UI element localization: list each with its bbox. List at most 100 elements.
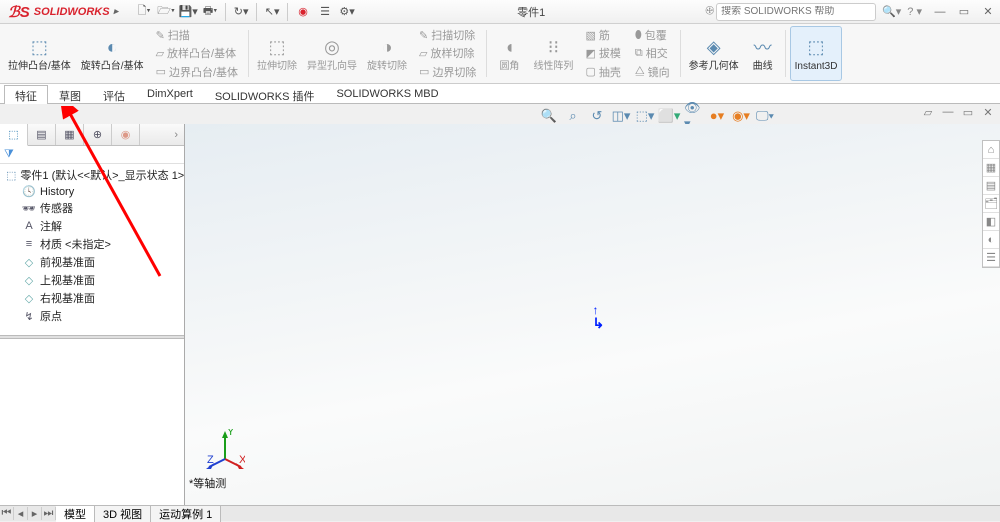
origin-icon: ↯ [22,310,36,323]
taskpane-properties-icon[interactable]: ☰ [983,249,999,267]
tab-mbd[interactable]: SOLIDWORKS MBD [325,85,449,104]
tab-sketch[interactable]: 草图 [48,85,92,104]
tab-addins[interactable]: SOLIDWORKS 插件 [204,85,326,104]
section-view-icon[interactable]: ◫▾ [612,107,630,125]
instant3d-button[interactable]: ⬚ Instant3D [790,26,843,81]
extrude-cut-icon: ⬚ [265,35,289,59]
rib-button: ▧筋 [579,26,626,44]
rebuild-button[interactable]: ↻▾ [231,2,251,22]
hole-wizard-icon: ◎ [320,35,344,59]
search-input[interactable] [721,6,871,17]
tree-node-top-plane[interactable]: ◇上视基准面 [0,271,184,289]
taskpane-view-icon[interactable]: ◧ [983,213,999,231]
appearance-icon[interactable]: ●▾ [708,107,726,125]
tree-node-history[interactable]: 🕓History [0,184,184,199]
tab-nav-next[interactable]: ▸ [28,507,42,520]
tab-nav-first[interactable]: ⏮ [0,507,14,520]
search-box[interactable] [716,3,876,21]
settings-button[interactable]: ⚙▾ [337,2,357,22]
restore-button[interactable]: ▭ [952,2,976,22]
tree-tab-more[interactable]: › [140,124,184,145]
tree-node-front-plane[interactable]: ◇前视基准面 [0,253,184,271]
quick-access-toolbar: 🗋▾ 🗁▾ 💾▾ 🖶▾ ↻▾ ↖▾ ◉ ☰ ⚙▾ [134,2,357,22]
revolve-cut-button: ◑ 旋转切除 [363,26,411,81]
graphics-area[interactable]: ↳ Y X Z *等轴测 [185,124,1000,505]
prev-view-icon[interactable]: ↺ [588,107,606,125]
taskpane-explorer-icon[interactable]: 🗂 [983,195,999,213]
tab-features[interactable]: 特征 [4,85,48,104]
taskpane-library-icon[interactable]: ▤ [983,177,999,195]
display-style-icon[interactable]: ⬜▾ [660,107,678,125]
plane-icon: ◇ [22,292,36,305]
doc-close-button[interactable]: ✕ [980,104,996,120]
tree-node-material[interactable]: ≡材质 <未指定> [0,235,184,253]
tree-node-origin[interactable]: ↯原点 [0,307,184,325]
bottom-tab-motion[interactable]: 运动算例 1 [151,506,221,522]
zoom-area-icon[interactable]: ⌕ [564,107,582,125]
window-controls: — ▭ ✕ [928,2,1000,22]
dimxpert-manager-tab[interactable]: ⊕ [84,124,112,145]
document-title: 零件1 [357,4,705,20]
extrude-boss-button[interactable]: ⬚ 拉伸凸台/基体 [4,26,75,81]
feature-tree[interactable]: ⬚ 零件1 (默认<<默认>_显示状态 1>) 🕓History 🕶传感器 A注… [0,164,184,335]
help-button[interactable]: ? ▾ [907,5,922,18]
options-button[interactable]: ◉ [293,2,313,22]
view-orient-button[interactable]: ☰ [315,2,335,22]
doc-float-icon[interactable]: ▱ [920,104,936,120]
filter-icon: ⧩ [4,148,14,161]
search-submit-icon[interactable]: 🔍▾ [882,5,901,18]
select-button[interactable]: ↖▾ [262,2,282,22]
save-button[interactable]: 💾▾ [178,2,198,22]
part-icon: ⬚ [6,169,16,182]
sweep-loft-group: ✎扫描 ▱放样凸台/基体 ▭边界凸台/基体 [150,26,244,81]
open-file-button[interactable]: 🗁▾ [156,2,176,22]
tree-root-node[interactable]: ⬚ 零件1 (默认<<默认>_显示状态 1>) [0,166,184,184]
tab-nav-last[interactable]: ⏭ [42,507,56,520]
tab-dimxpert[interactable]: DimXpert [136,85,204,104]
curves-icon: 〰 [751,35,775,59]
reference-geometry-button[interactable]: ◈ 参考几何体 [685,26,743,81]
taskpane-appearances-icon[interactable]: ◐ [983,231,999,249]
property-manager-tab[interactable]: ▤ [28,124,56,145]
minimize-button[interactable]: — [928,2,952,22]
cut-group: ✎扫描切除 ▱放样切除 ▭边界切除 [413,26,482,81]
feature-manager-panel: ⬚ ▤ ▦ ⊕ ◉ › ⧩ ⬚ 零件1 (默认<<默认>_显示状态 1>) 🕓H… [0,124,185,505]
title-bar: ℬS SOLIDWORKS ▸ 🗋▾ 🗁▾ 💾▾ 🖶▾ ↻▾ ↖▾ ◉ ☰ ⚙▾… [0,0,1000,24]
tree-node-annotations[interactable]: A注解 [0,217,184,235]
feature-tree-tab[interactable]: ⬚ [0,124,28,146]
tab-evaluate[interactable]: 评估 [92,85,136,104]
config-manager-tab[interactable]: ▦ [56,124,84,145]
plane-icon: ◇ [22,274,36,287]
scene-icon[interactable]: ◉▾ [732,107,750,125]
zoom-fit-icon[interactable]: 🔍 [540,107,558,125]
taskpane-home-icon[interactable]: ⌂ [983,141,999,159]
instant3d-icon: ⬚ [804,35,828,59]
tab-nav-prev[interactable]: ◂ [14,507,28,520]
view-triad: Y X Z [205,429,245,469]
fillet-icon: ◖ [497,35,521,59]
bottom-tab-model[interactable]: 模型 [56,506,95,522]
bottom-tab-3dview[interactable]: 3D 视图 [95,506,151,522]
extrude-cut-button: ⬚ 拉伸切除 [253,26,301,81]
doc-minimize-button[interactable]: — [940,104,956,120]
new-file-button[interactable]: 🗋▾ [134,2,154,22]
curves-button[interactable]: 〰 曲线 [745,26,781,81]
tree-node-sensors[interactable]: 🕶传感器 [0,199,184,217]
wrap-mirror-group: ⬮包覆 ⧉相交 ⧋镜向 [629,26,676,81]
view-settings-icon[interactable]: 🖵▾ [756,107,774,125]
view-orientation-icon[interactable]: ⬚▾ [636,107,654,125]
ref-geom-icon: ◈ [702,35,726,59]
taskpane-resources-icon[interactable]: ▦ [983,159,999,177]
hide-show-icon[interactable]: 👁▾ [684,107,702,125]
task-pane: ⌂ ▦ ▤ 🗂 ◧ ◐ ☰ [982,140,1000,268]
print-button[interactable]: 🖶▾ [200,2,220,22]
annotation-icon: A [22,220,36,232]
feature-manager-tabs: ⬚ ▤ ▦ ⊕ ◉ › [0,124,184,146]
doc-restore-button[interactable]: ▭ [960,104,976,120]
revolve-boss-button[interactable]: ◐ 旋转凸台/基体 [77,26,148,81]
display-manager-tab[interactable]: ◉ [112,124,140,145]
tree-filter-row[interactable]: ⧩ [0,146,184,164]
close-button[interactable]: ✕ [976,2,1000,22]
tree-node-right-plane[interactable]: ◇右视基准面 [0,289,184,307]
history-icon: 🕓 [22,185,36,198]
